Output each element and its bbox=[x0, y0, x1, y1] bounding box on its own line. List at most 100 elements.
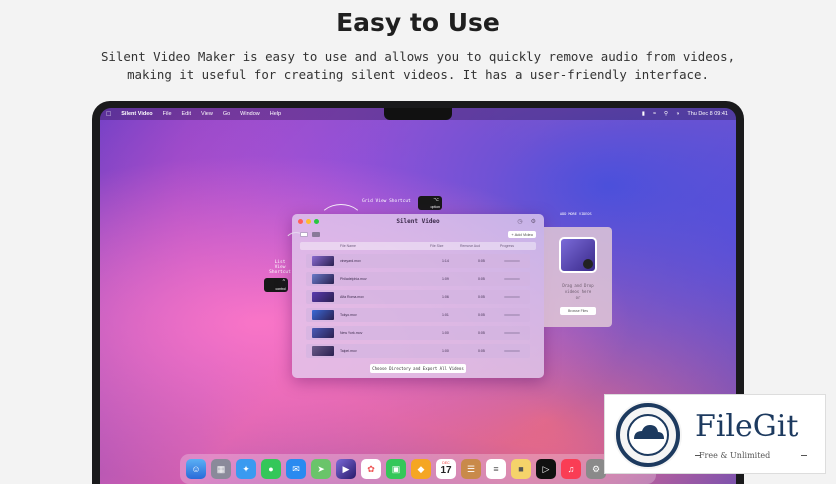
video-name: vineyard.mov bbox=[340, 259, 361, 263]
list-view-button[interactable] bbox=[300, 232, 308, 237]
video-name: Philadelphia.mov bbox=[340, 277, 367, 281]
progress-bar bbox=[504, 350, 520, 352]
clock-icon[interactable]: ◷ bbox=[517, 218, 522, 225]
notes-icon[interactable]: ☰ bbox=[461, 459, 481, 479]
video-thumbnail bbox=[312, 292, 334, 302]
progress-bar bbox=[504, 332, 520, 334]
browse-files-button[interactable]: Browse Files bbox=[560, 307, 596, 315]
wifi-icon[interactable]: ≈ bbox=[653, 111, 656, 117]
add-more-annotation: ADD MORE VIDEOS bbox=[560, 212, 592, 216]
filegit-tagline: Free & Unlimited bbox=[699, 451, 771, 460]
dock: ☺ ▦ ✦ ● ✉ ➤ ▶ ✿ ▣ ◆ DEC 17 ☰ ≡ ■ ▷ ♫ ⚙ bbox=[180, 454, 656, 484]
table-row[interactable]: New York.mov 1:00 0:05 bbox=[306, 326, 530, 340]
camera-notch bbox=[384, 108, 452, 120]
video-duration: 1:00 bbox=[442, 349, 449, 353]
list-view-annotation: List View Shortcut bbox=[268, 260, 292, 275]
calendar-icon[interactable]: DEC 17 bbox=[436, 459, 456, 479]
col-remove-audio: Remove Aud bbox=[460, 244, 481, 248]
video-duration: 1:14 bbox=[442, 259, 449, 263]
search-icon[interactable]: ⚲ bbox=[664, 111, 668, 117]
launchpad-icon[interactable]: ▦ bbox=[211, 459, 231, 479]
menu-edit[interactable]: Edit bbox=[182, 111, 191, 117]
clock[interactable]: Thu Dec 8 09:41 bbox=[687, 111, 728, 117]
export-all-button[interactable]: Choose Directory and Export All Videos bbox=[370, 364, 466, 373]
col-progress: Progress bbox=[500, 244, 515, 248]
list-view-line-1: List View bbox=[274, 260, 286, 270]
filegit-watermark: FileGit Free & Unlimited bbox=[604, 394, 826, 474]
page-description: Silent Video Maker is easy to use and al… bbox=[60, 48, 776, 84]
table-header: File Name File Size Remove Aud Progress bbox=[300, 242, 536, 250]
menu-window[interactable]: Window bbox=[240, 111, 260, 117]
apple-icon[interactable]:  bbox=[106, 111, 111, 118]
drop-zone-card[interactable]: Drag and Drop videos here or Browse File… bbox=[544, 227, 612, 327]
menu-go[interactable]: Go bbox=[223, 111, 230, 117]
add-video-button[interactable]: + Add Video bbox=[508, 231, 536, 238]
list-view-line-2: Shortcut bbox=[269, 270, 291, 275]
safari-icon[interactable]: ✦ bbox=[236, 459, 256, 479]
table-row[interactable]: Philadelphia.mov 1:09 0:05 bbox=[306, 272, 530, 286]
drop-zone-text: Drag and Drop videos here or bbox=[550, 283, 606, 301]
option-keycap: ⌥ option bbox=[418, 196, 442, 210]
grid-view-button[interactable] bbox=[312, 232, 320, 237]
video-name: Taipei.mov bbox=[340, 349, 357, 353]
video-duration: 1:09 bbox=[442, 277, 449, 281]
menu-view[interactable]: View bbox=[201, 111, 213, 117]
tagline-rule-right bbox=[801, 455, 807, 456]
menu-file[interactable]: File bbox=[163, 111, 172, 117]
music-icon[interactable]: ♫ bbox=[561, 459, 581, 479]
window-toolbar-icons: ◷ ⚙ bbox=[517, 218, 536, 225]
menu-extras: ▮ ≈ ⚲ ◑ Thu Dec 8 09:41 bbox=[642, 108, 728, 120]
video-audio-length: 0:05 bbox=[478, 331, 485, 335]
option-key-icon: ⌥ bbox=[433, 197, 439, 203]
video-audio-length: 0:05 bbox=[478, 313, 485, 317]
menu-app-name[interactable]: Silent Video bbox=[121, 111, 152, 117]
video-duration: 1:00 bbox=[442, 331, 449, 335]
video-thumbnail bbox=[312, 274, 334, 284]
stickies-icon[interactable]: ■ bbox=[511, 459, 531, 479]
control-keycap: ^ control bbox=[264, 278, 288, 292]
facetime-icon[interactable]: ▣ bbox=[386, 459, 406, 479]
calendar-day: 17 bbox=[440, 465, 452, 476]
messages-icon[interactable]: ● bbox=[261, 459, 281, 479]
progress-bar bbox=[504, 278, 520, 280]
menu-help[interactable]: Help bbox=[270, 111, 281, 117]
description-line-1: Silent Video Maker is easy to use and al… bbox=[100, 49, 736, 64]
silent-video-window: Silent Video ◷ ⚙ + Add Video File Name F… bbox=[292, 214, 544, 378]
table-row[interactable]: vineyard.mov 1:14 0:05 bbox=[306, 254, 530, 268]
table-row[interactable]: Taipei.mov 1:00 0:05 bbox=[306, 344, 530, 358]
battery-icon[interactable]: ▮ bbox=[642, 111, 645, 117]
table-row[interactable]: Tokyo.mov 1:01 0:05 bbox=[306, 308, 530, 322]
video-thumbnail bbox=[312, 256, 334, 266]
tv-icon[interactable]: ▷ bbox=[536, 459, 556, 479]
mail-icon[interactable]: ✉ bbox=[286, 459, 306, 479]
video-name: Tokyo.mov bbox=[340, 313, 357, 317]
progress-bar bbox=[504, 314, 520, 316]
filegit-logo bbox=[614, 401, 682, 469]
sketch-icon[interactable]: ◆ bbox=[411, 459, 431, 479]
video-thumbnail bbox=[312, 346, 334, 356]
control-key-icon: ^ bbox=[282, 279, 285, 285]
video-audio-length: 0:05 bbox=[478, 295, 485, 299]
finder-icon[interactable]: ☺ bbox=[186, 459, 206, 479]
photos-icon[interactable]: ✿ bbox=[361, 459, 381, 479]
drop-text-or: or bbox=[575, 295, 581, 300]
video-name: New York.mov bbox=[340, 331, 363, 335]
window-title: Silent Video bbox=[396, 218, 440, 225]
video-thumbnail bbox=[312, 310, 334, 320]
reminders-icon[interactable]: ≡ bbox=[486, 459, 506, 479]
video-audio-length: 0:05 bbox=[478, 277, 485, 281]
silent-video-icon[interactable]: ▶ bbox=[336, 459, 356, 479]
filegit-brand: FileGit bbox=[695, 409, 799, 444]
settings-icon[interactable]: ⚙ bbox=[586, 459, 606, 479]
video-name: Alfa Roma.mov bbox=[340, 295, 364, 299]
control-center-icon[interactable]: ◑ bbox=[676, 111, 679, 117]
video-audio-length: 0:05 bbox=[478, 349, 485, 353]
progress-bar bbox=[504, 260, 520, 262]
col-file-name: File Name bbox=[340, 244, 356, 248]
description-line-2: making it useful for creating silent vid… bbox=[127, 67, 709, 82]
gear-icon[interactable]: ⚙ bbox=[531, 218, 536, 225]
col-file-size: File Size bbox=[430, 244, 444, 248]
table-row[interactable]: Alfa Roma.mov 1:06 0:05 bbox=[306, 290, 530, 304]
camera-lens-icon bbox=[583, 259, 593, 269]
maps-icon[interactable]: ➤ bbox=[311, 459, 331, 479]
